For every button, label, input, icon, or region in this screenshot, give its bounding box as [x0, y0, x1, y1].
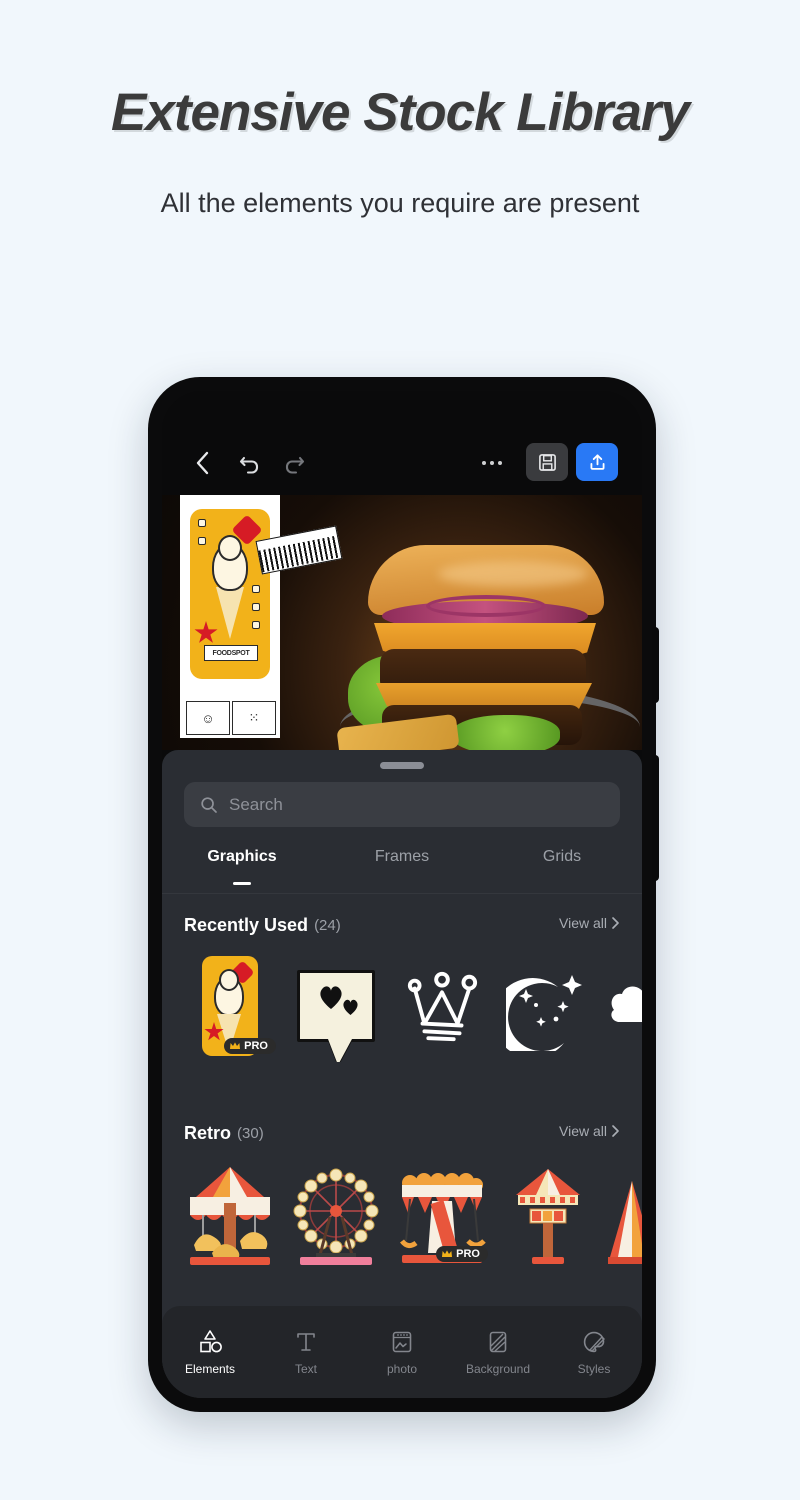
status-badge: PRO	[436, 1246, 488, 1262]
chevron-left-icon[interactable]	[182, 443, 222, 483]
editor-canvas[interactable]: FOODSPOT ☺ ⁙	[162, 495, 642, 750]
asset-tabs: Graphics Frames Grids	[162, 842, 642, 894]
list-item[interactable]	[184, 1160, 276, 1268]
view-all-recently-used[interactable]: View all	[559, 915, 620, 931]
nav-item-background[interactable]: Background	[450, 1329, 546, 1376]
nav-item-elements[interactable]: Elements	[162, 1329, 258, 1376]
photo-icon	[389, 1329, 415, 1355]
foodspot-label: FOODSPOT	[204, 645, 258, 661]
circus-tent-sticker[interactable]	[608, 1161, 642, 1267]
nav-label: Text	[294, 1361, 317, 1376]
list-item[interactable]	[502, 952, 594, 1060]
view-all-label: View all	[559, 915, 607, 931]
more-horizontal-icon[interactable]	[472, 443, 512, 483]
nav-label: Styles	[577, 1361, 611, 1376]
crown-icon	[230, 1042, 241, 1049]
background-icon	[485, 1329, 511, 1355]
export-button[interactable]	[576, 443, 618, 481]
page-subtitle: All the elements you require are present	[160, 188, 640, 218]
list-item[interactable]	[608, 1160, 642, 1268]
section-retro: Retro (30) View all PRO	[162, 1116, 642, 1270]
ferris-wheel-sticker[interactable]	[290, 1161, 382, 1267]
section-title: Retro	[184, 1122, 232, 1143]
list-item[interactable]: PRO	[396, 1160, 488, 1268]
phone-side-button-volume[interactable]	[652, 627, 659, 703]
search-input[interactable]: Search	[184, 782, 620, 827]
list-item[interactable]	[396, 952, 488, 1060]
carousel-sticker[interactable]	[184, 1161, 276, 1267]
section-title: Recently Used	[184, 914, 309, 935]
asset-row[interactable]: PRO	[162, 942, 642, 1062]
smiley-tile[interactable]: ☺	[186, 701, 230, 735]
ice-cream-card-sticker[interactable]: FOODSPOT	[190, 509, 270, 679]
nav-item-text[interactable]: Text	[258, 1329, 354, 1376]
asset-row[interactable]: PRO	[162, 1150, 642, 1270]
crown-icon	[442, 1250, 453, 1257]
shapes-icon	[197, 1329, 223, 1355]
cloud-sticker[interactable]	[608, 966, 642, 1046]
asset-picker-sheet: Search Graphics Frames Grids Recently Us…	[162, 750, 642, 1398]
section-recently-used: Recently Used (24) View all PRO	[162, 908, 642, 1062]
search-placeholder: Search	[229, 794, 283, 814]
list-item[interactable]	[608, 952, 642, 1060]
lettuce-leaf-bottom	[450, 715, 560, 750]
sticker-sheet[interactable]: FOODSPOT ☺ ⁙	[180, 495, 343, 738]
redo-icon[interactable]	[276, 443, 316, 483]
pro-label: PRO	[244, 1040, 268, 1052]
tab-grids[interactable]: Grids	[482, 842, 642, 893]
search-icon	[201, 796, 217, 813]
save-button[interactable]	[526, 443, 568, 481]
editor-bottom-nav: Elements Text photo Background Styles	[162, 1306, 642, 1398]
floppy-disk-icon	[538, 453, 556, 471]
page-title: Extensive Stock Library	[111, 83, 690, 142]
chevron-right-icon	[612, 917, 619, 929]
chevron-right-icon	[612, 1125, 619, 1137]
promo-page: Extensive Stock Library All the elements…	[0, 0, 800, 1500]
editor-toolbar	[162, 433, 642, 493]
crescent-moon-stars-sticker[interactable]	[506, 961, 590, 1051]
nav-label: photo	[386, 1361, 418, 1376]
section-header: Recently Used (24) View all	[162, 908, 642, 942]
speech-bubble-hearts-sticker[interactable]	[297, 970, 375, 1042]
palette-icon	[581, 1329, 607, 1355]
tab-graphics[interactable]: Graphics	[162, 842, 322, 893]
section-count: (24)	[314, 916, 341, 934]
status-badge: PRO	[224, 1038, 276, 1054]
phone-mockup: FOODSPOT ☺ ⁙ Search Graphics Frames Grid…	[148, 377, 659, 1412]
section-header: Retro (30) View all	[162, 1116, 642, 1150]
undo-icon[interactable]	[230, 443, 270, 483]
scatter-tile[interactable]: ⁙	[232, 701, 276, 735]
view-all-label: View all	[559, 1123, 607, 1139]
list-item[interactable]	[290, 1160, 382, 1268]
section-count: (30)	[237, 1124, 264, 1142]
striped-kiosk-sticker[interactable]	[502, 1161, 594, 1267]
phone-side-button-power[interactable]	[652, 755, 659, 881]
nav-item-photo[interactable]: photo	[354, 1329, 450, 1376]
onion-ring	[426, 595, 546, 617]
burger-photo	[330, 537, 640, 750]
pro-label: PRO	[456, 1248, 480, 1260]
list-item[interactable]: PRO	[184, 952, 276, 1060]
nav-label: Elements	[184, 1361, 236, 1376]
phone-screen: FOODSPOT ☺ ⁙ Search Graphics Frames Grid…	[162, 391, 642, 1398]
nav-item-styles[interactable]: Styles	[546, 1329, 642, 1376]
view-all-retro[interactable]: View all	[559, 1123, 620, 1139]
drag-handle[interactable]	[380, 762, 424, 769]
nav-label: Background	[465, 1361, 531, 1376]
list-item[interactable]	[290, 952, 382, 1060]
text-t-icon	[293, 1329, 319, 1355]
tab-frames[interactable]: Frames	[322, 842, 482, 893]
crown-sketch-sticker[interactable]	[403, 967, 481, 1045]
list-item[interactable]	[502, 1160, 594, 1268]
upload-icon	[590, 453, 604, 470]
